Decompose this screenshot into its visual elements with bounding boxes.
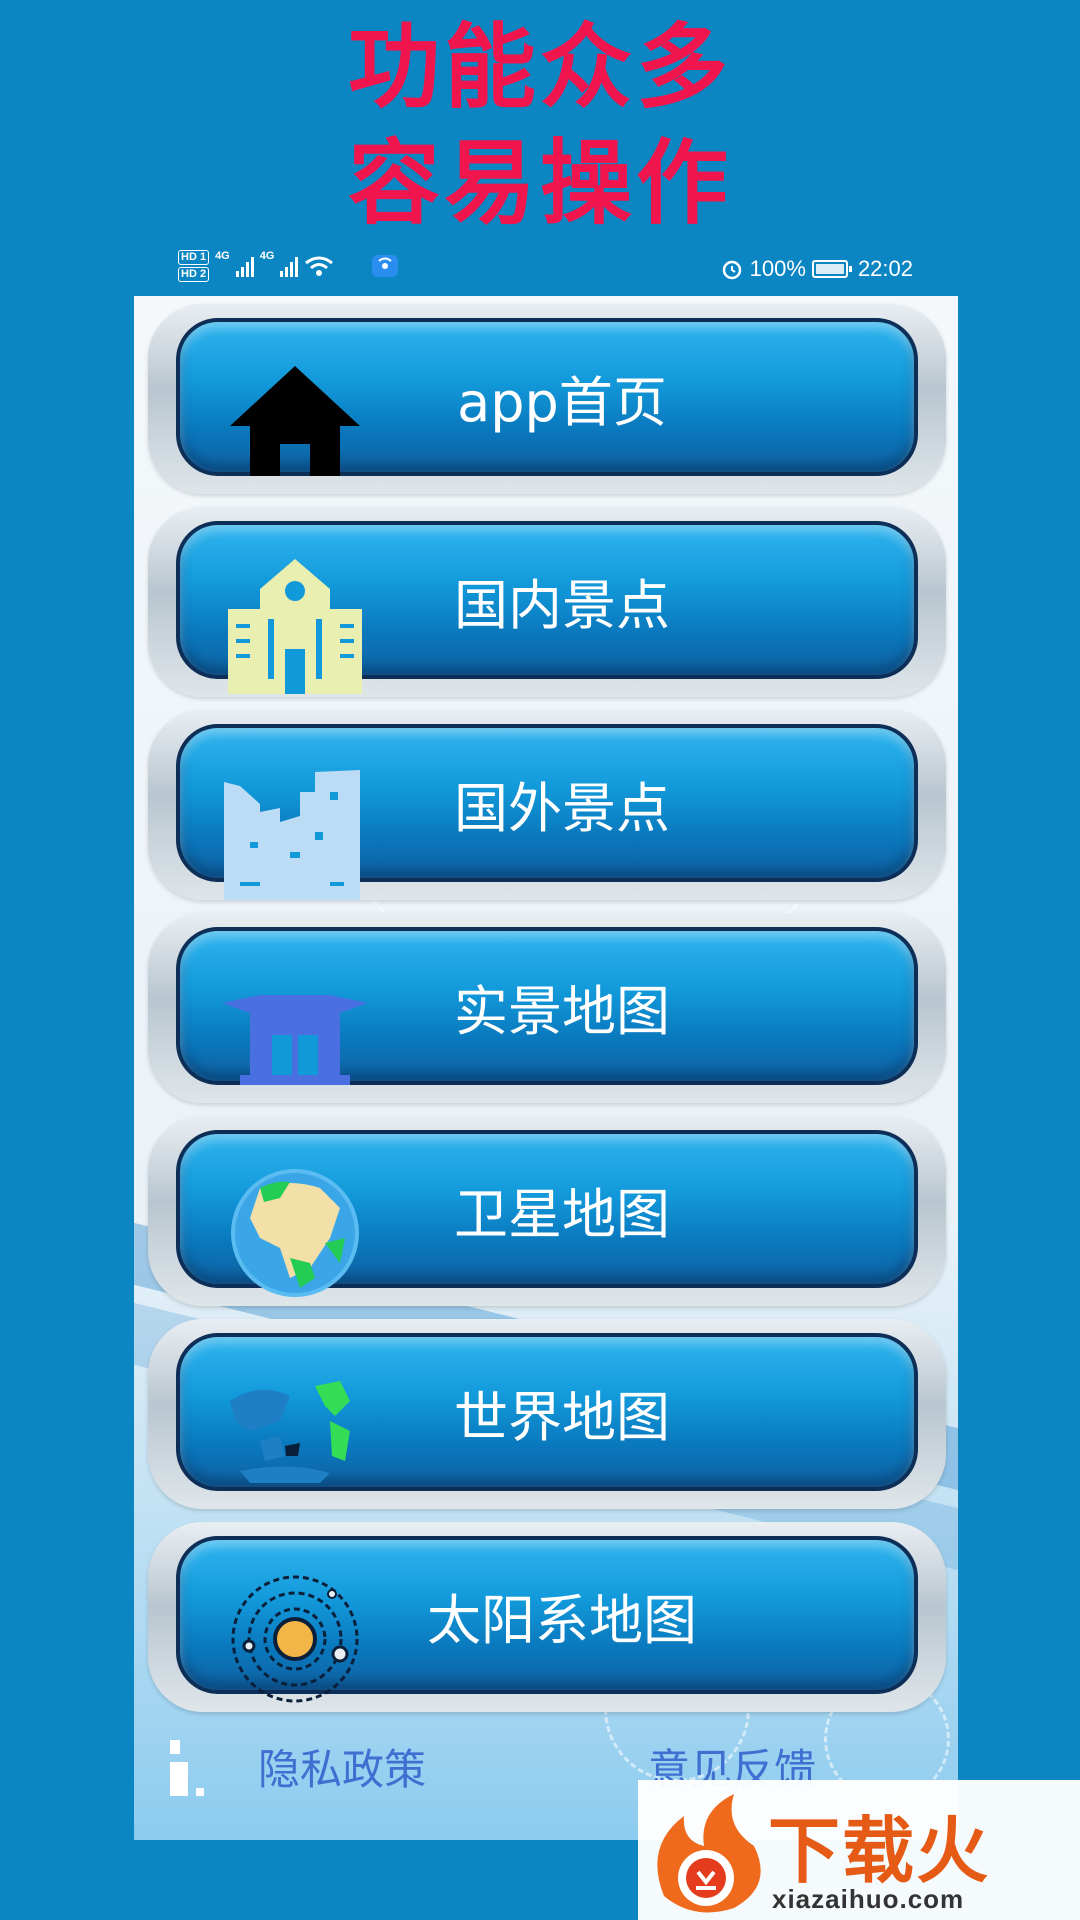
status-bar: HD 1 HD 2 4G 4G 100% 22:02	[178, 246, 913, 296]
battery-percent: 100%	[749, 256, 806, 281]
menu-label: 世界地图	[454, 1385, 670, 1449]
menu-button-face: 太阳系地图	[176, 1536, 918, 1703]
menu-button-face: 实景地图	[176, 927, 918, 1085]
promo-headline-line2: 容易操作	[347, 130, 732, 237]
app-screen: app首页 国内景点 国外景点 实景地图 卫星地图 世界地图 太阳系地图 隐私政…	[134, 296, 958, 1840]
privacy-policy-link[interactable]: 隐私政策	[258, 1736, 426, 1797]
menu-label: app首页	[457, 370, 667, 434]
menu-button-home[interactable]: app首页	[148, 304, 946, 494]
bars-icon	[170, 1740, 204, 1796]
hd2-badge: HD 2	[178, 267, 210, 282]
clock: 22:02	[857, 256, 913, 281]
menu-button-world-map[interactable]: 世界地图	[148, 1319, 946, 1509]
network-type-2: 4G	[259, 250, 275, 262]
menu-button-face: 国外景点	[176, 724, 918, 900]
network-type-1: 4G	[215, 250, 230, 262]
flame-logo-icon	[657, 1794, 761, 1913]
promo-headline-line1: 功能众多	[347, 14, 732, 121]
hd1-badge: HD 1	[178, 250, 210, 265]
watermark-brand: 下载火	[768, 1809, 991, 1893]
menu-button-face: 国内景点	[176, 521, 918, 694]
wifi-icon	[305, 256, 334, 276]
menu-button-face: 卫星地图	[176, 1130, 918, 1297]
watermark-logo: 下载火 xiazaihuo.com	[638, 1780, 1080, 1920]
watermark-domain: xiazaihuo.com	[772, 1884, 965, 1914]
hotspot-icon	[372, 255, 399, 277]
signal-icon	[280, 255, 299, 277]
menu-label: 国外景点	[454, 776, 670, 840]
menu-button-solar-system-map[interactable]: 太阳系地图	[148, 1522, 946, 1712]
menu-label: 太阳系地图	[427, 1588, 697, 1652]
menu-label: 卫星地图	[454, 1182, 670, 1246]
alarm-icon	[722, 260, 741, 280]
menu-label: 实景地图	[454, 979, 670, 1043]
menu-button-domestic-attractions[interactable]: 国内景点	[148, 507, 946, 697]
hd-indicators: HD 1 HD 2	[178, 250, 210, 282]
menu-button-foreign-attractions[interactable]: 国外景点	[148, 710, 946, 900]
menu-button-face: app首页	[176, 318, 918, 476]
menu-button-face: 世界地图	[176, 1333, 918, 1491]
menu-button-live-map[interactable]: 实景地图	[148, 913, 946, 1103]
signal-icon	[235, 255, 254, 277]
menu-button-satellite-map[interactable]: 卫星地图	[148, 1116, 946, 1306]
battery-icon	[811, 260, 852, 278]
menu-label: 国内景点	[454, 573, 670, 637]
